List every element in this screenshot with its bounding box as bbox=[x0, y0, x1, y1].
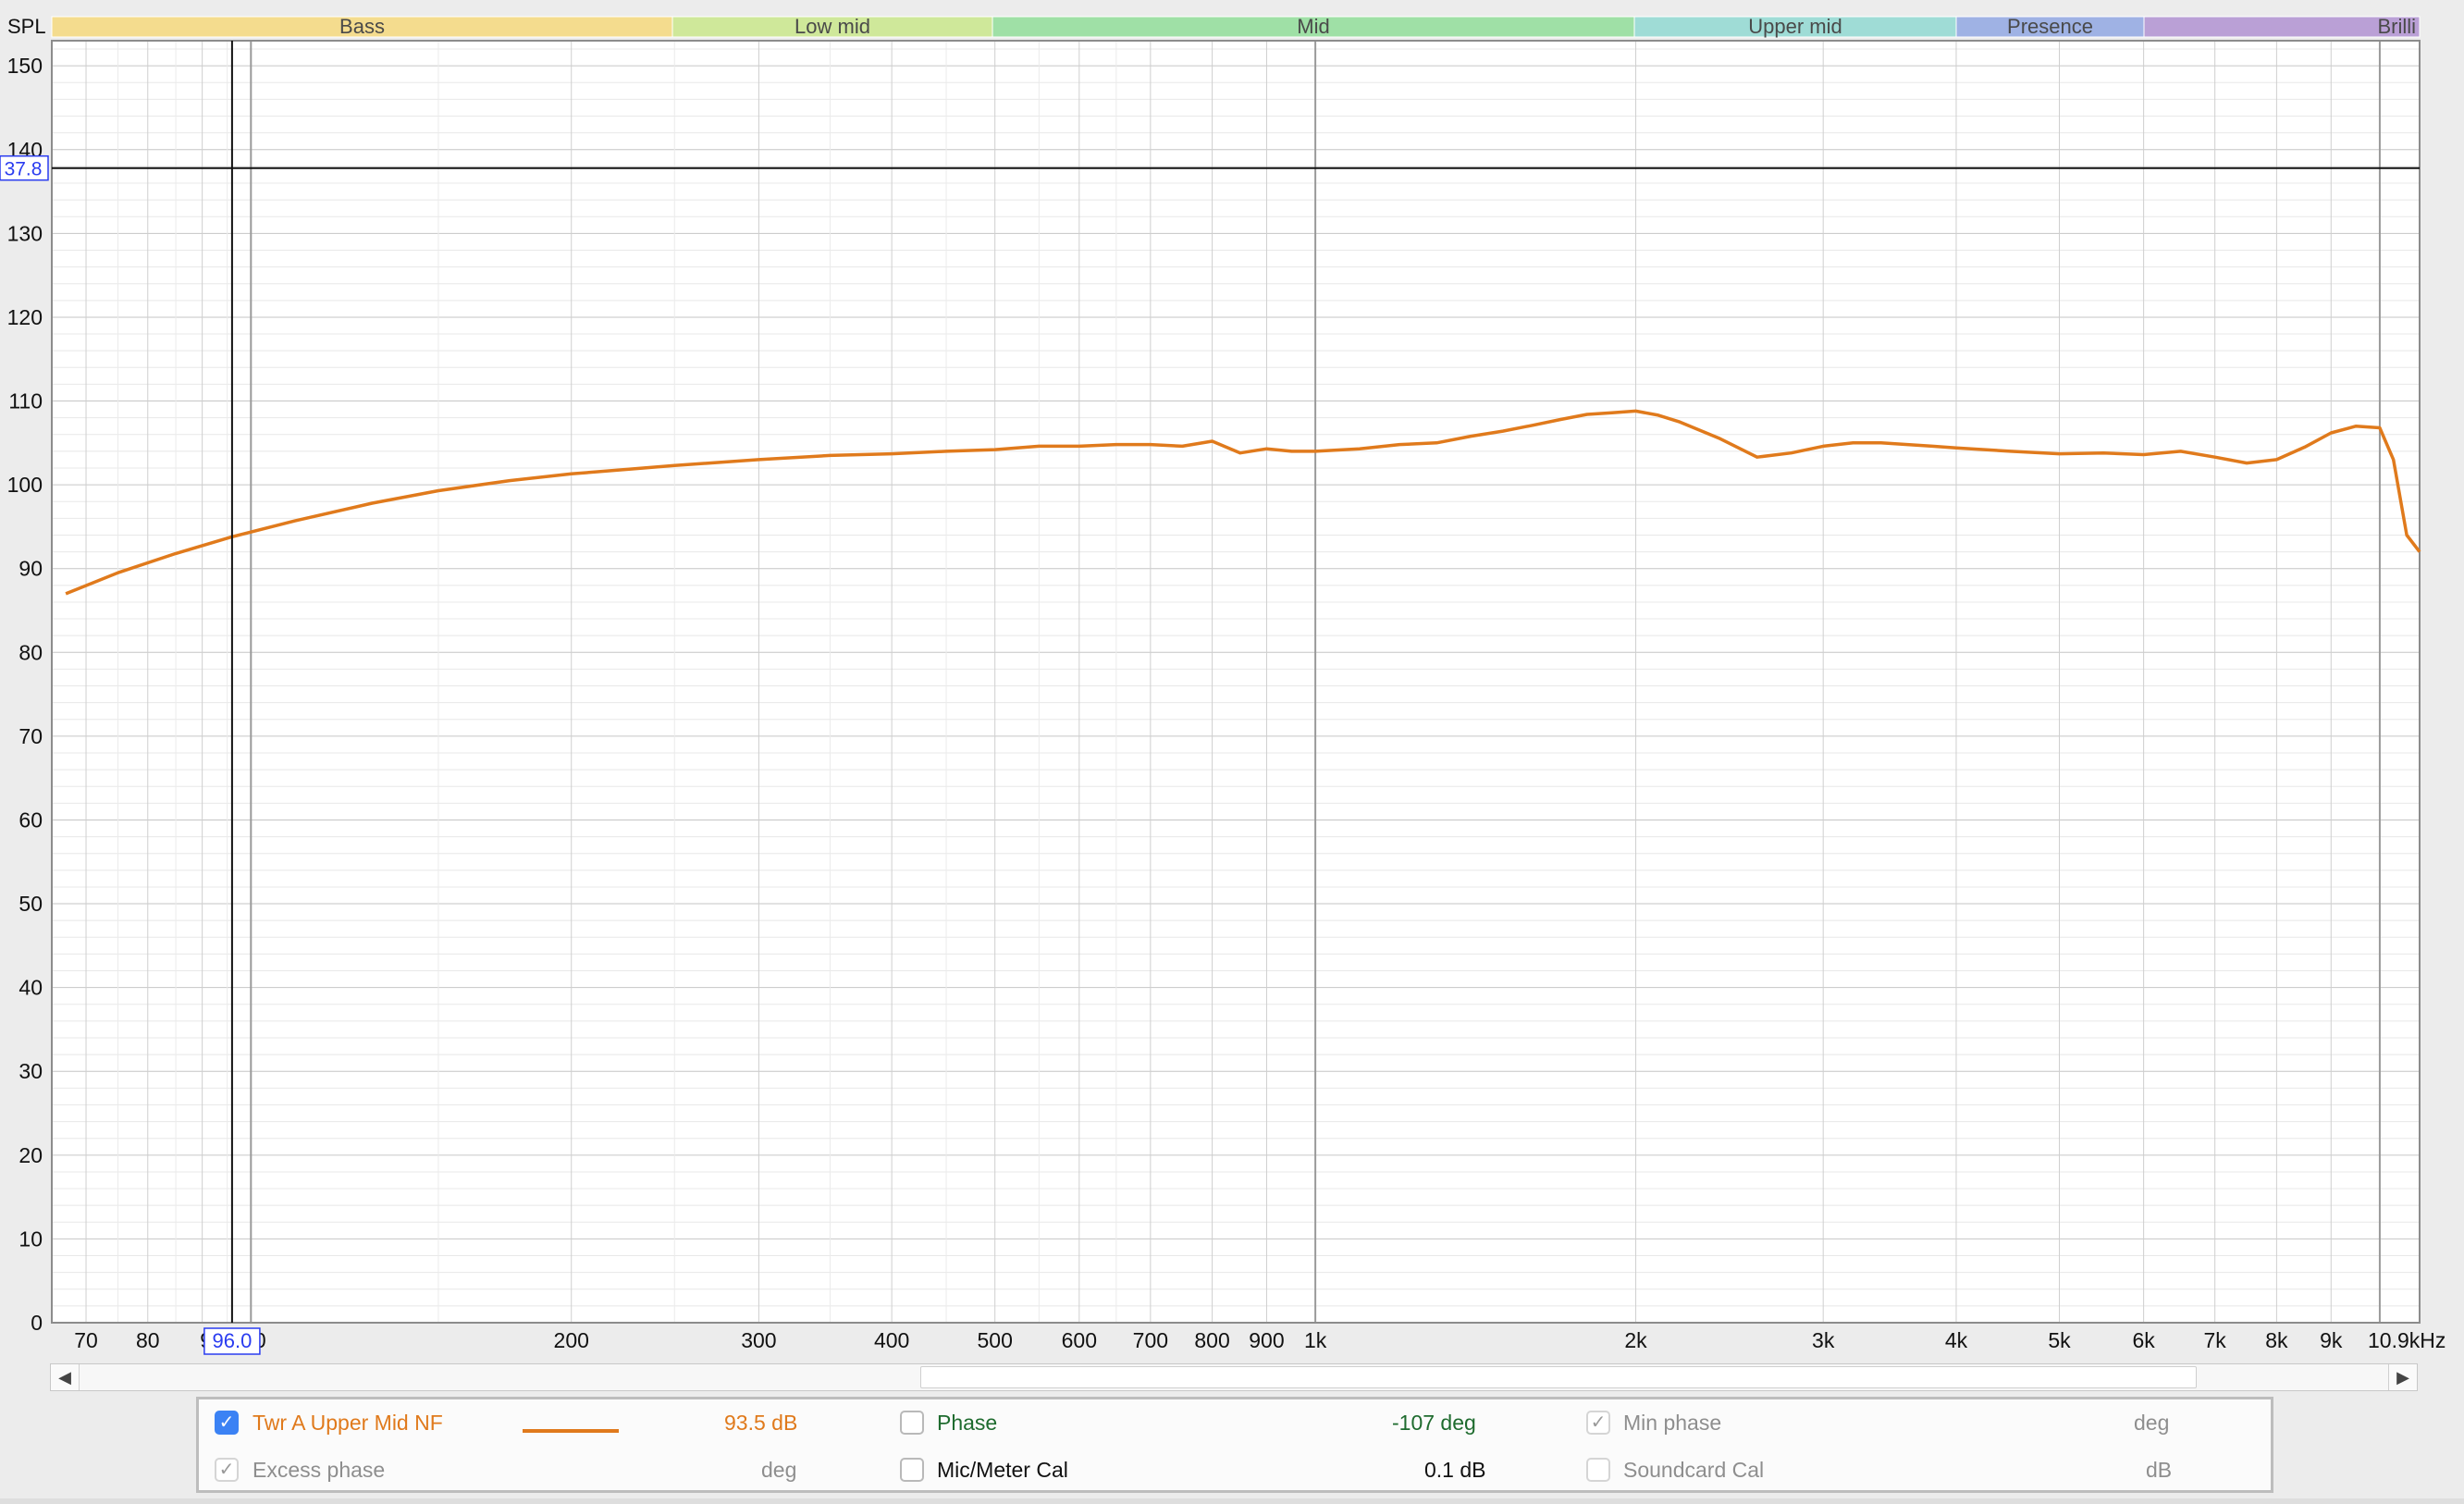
x-tick-label: 7k bbox=[2204, 1328, 2227, 1352]
x-tick-label: 3k bbox=[1812, 1328, 1835, 1352]
y-tick-label: 90 bbox=[18, 557, 43, 581]
x-tick-label: 80 bbox=[136, 1328, 160, 1352]
spl-graph[interactable]: Bass Low mid Mid Upper mid Presence Brilli SPL… bbox=[0, 0, 2464, 1387]
y-tick-label: 40 bbox=[18, 976, 43, 1000]
band-label: Brilli bbox=[2377, 15, 2416, 38]
trace-value: 93.5 dB bbox=[724, 1411, 798, 1435]
y-tick-label: 20 bbox=[18, 1143, 43, 1167]
x-tick-label: 800 bbox=[1194, 1328, 1229, 1352]
band-label: Bass bbox=[339, 15, 385, 38]
window-bottom-edge bbox=[0, 1498, 2464, 1504]
scroll-thumb[interactable] bbox=[920, 1366, 2197, 1388]
y-tick-label: 50 bbox=[18, 892, 43, 916]
x-tick-label: 200 bbox=[554, 1328, 589, 1352]
band-label: Presence bbox=[2007, 15, 2093, 38]
y-tick-label: 30 bbox=[18, 1059, 43, 1083]
x-tick-label: 5k bbox=[2048, 1328, 2071, 1352]
excess-phase-label[interactable]: Excess phase bbox=[253, 1457, 385, 1483]
trace-legend-panel: ✓ Twr A Upper Mid NF 93.5 dB Phase -107 … bbox=[196, 1397, 2273, 1493]
x-tick-label: 300 bbox=[741, 1328, 776, 1352]
x-tick-label: 900 bbox=[1249, 1328, 1284, 1352]
y-tick-label: 70 bbox=[18, 724, 43, 748]
x-tick-label: 2k bbox=[1624, 1328, 1647, 1352]
y-tick-label: 10 bbox=[18, 1227, 43, 1251]
checkmark-icon: ✓ bbox=[1590, 1412, 1607, 1433]
y-axis-title: SPL bbox=[7, 15, 46, 38]
mic-meter-cal-label[interactable]: Mic/Meter Cal bbox=[937, 1457, 1068, 1483]
excess-phase-checkbox[interactable]: ✓ bbox=[215, 1458, 239, 1482]
spl-chart[interactable]: Bass Low mid Mid Upper mid Presence Brilli SPL… bbox=[0, 0, 2464, 1387]
x-tick-label: 400 bbox=[874, 1328, 909, 1352]
band-label: Upper mid bbox=[1748, 15, 1842, 38]
soundcard-cal-unit: dB bbox=[2146, 1458, 2173, 1482]
y-tick-label: 120 bbox=[7, 305, 43, 329]
checkmark-icon: ✓ bbox=[218, 1412, 235, 1433]
x-tick-label: 500 bbox=[977, 1328, 1012, 1352]
y-tick-label: 110 bbox=[8, 389, 43, 413]
min-phase-checkbox[interactable]: ✓ bbox=[1586, 1411, 1610, 1435]
band-label: Low mid bbox=[795, 15, 870, 38]
trace-color-swatch[interactable] bbox=[523, 1429, 619, 1433]
soundcard-cal-label[interactable]: Soundcard Cal bbox=[1623, 1457, 1764, 1483]
x-tick-label: 600 bbox=[1062, 1328, 1097, 1352]
y-tick-label: 150 bbox=[7, 54, 43, 78]
horizontal-scrollbar[interactable]: ◀ ▶ bbox=[50, 1363, 2418, 1391]
mic-meter-cal-checkbox[interactable] bbox=[900, 1458, 924, 1482]
soundcard-cal-checkbox[interactable] bbox=[1586, 1458, 1610, 1482]
x-tick-label: 1k bbox=[1304, 1328, 1327, 1352]
trace-name[interactable]: Twr A Upper Mid NF bbox=[253, 1410, 443, 1436]
y-tick-label: 0 bbox=[31, 1311, 43, 1335]
x-tick-label: 10.9kHz bbox=[2368, 1328, 2446, 1352]
checkmark-icon: ✓ bbox=[218, 1460, 235, 1480]
excess-phase-unit: deg bbox=[761, 1458, 797, 1482]
y-tick-label: 60 bbox=[18, 807, 43, 832]
x-tick-label: 700 bbox=[1133, 1328, 1168, 1352]
x-tick-label: 4k bbox=[1945, 1328, 1968, 1352]
x-tick-label: 9k bbox=[2320, 1328, 2343, 1352]
x-tick-label: 70 bbox=[74, 1328, 98, 1352]
min-phase-label[interactable]: Min phase bbox=[1623, 1410, 1721, 1436]
y-tick-label: 100 bbox=[7, 473, 43, 497]
phase-checkbox[interactable] bbox=[900, 1411, 924, 1435]
phase-label[interactable]: Phase bbox=[937, 1410, 997, 1436]
y-tick-label: 80 bbox=[18, 640, 43, 664]
mic-meter-cal-value: 0.1 dB bbox=[1424, 1458, 1486, 1482]
x-tick-label: 6k bbox=[2132, 1328, 2155, 1352]
phase-value: -107 deg bbox=[1392, 1411, 1476, 1435]
cursor-y-readout: 37.8 bbox=[5, 159, 43, 180]
trace-visible-checkbox[interactable]: ✓ bbox=[215, 1411, 239, 1435]
scroll-right-arrow-icon[interactable]: ▶ bbox=[2388, 1364, 2417, 1390]
y-tick-label: 130 bbox=[7, 221, 43, 245]
x-tick-label: 8k bbox=[2265, 1328, 2288, 1352]
min-phase-unit: deg bbox=[2134, 1411, 2170, 1435]
band-label: Mid bbox=[1297, 15, 1329, 38]
cursor-x-readout: 96.0 bbox=[212, 1329, 252, 1352]
scroll-left-arrow-icon[interactable]: ◀ bbox=[51, 1364, 80, 1390]
